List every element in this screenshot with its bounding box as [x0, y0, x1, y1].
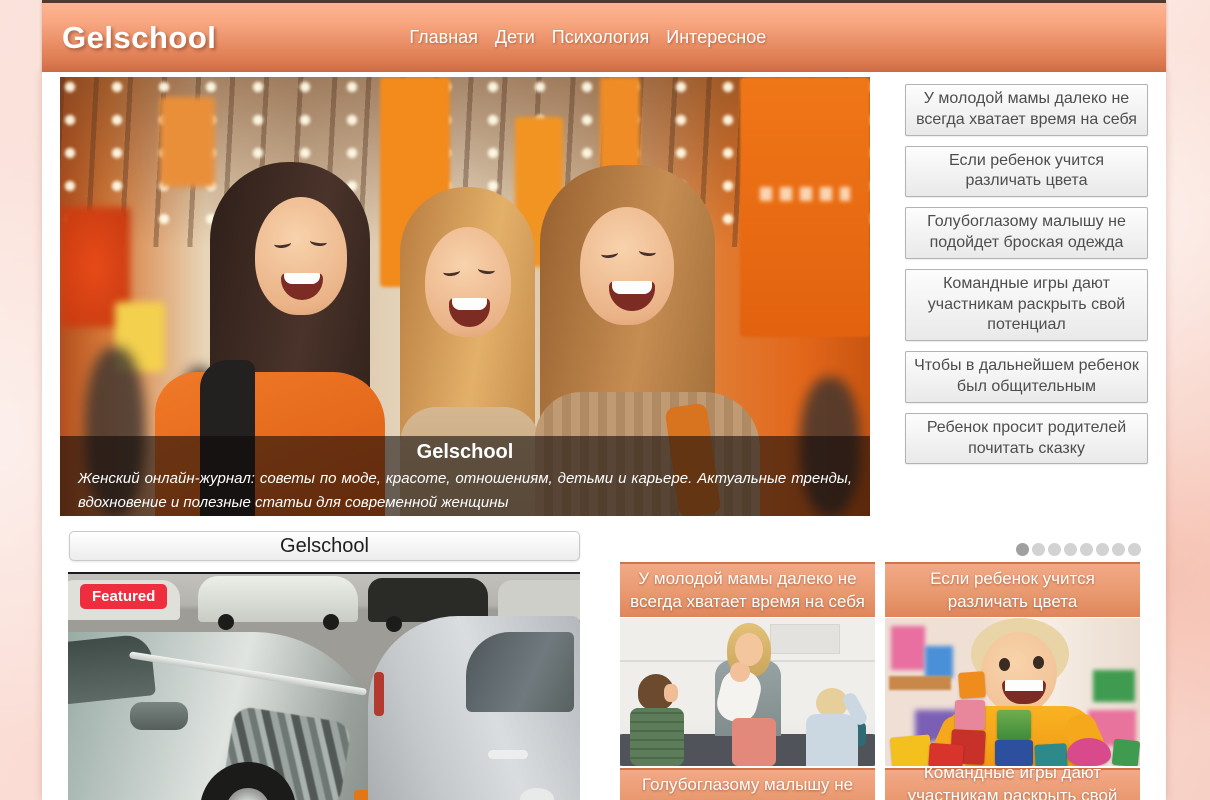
card-title: У молодой мамы далеко не всегда хватает …: [620, 562, 875, 617]
eye: [999, 658, 1010, 671]
page-container: Gelschool Главная Дети Психология Интере…: [42, 0, 1166, 800]
nav-item-interesting[interactable]: Интересное: [666, 27, 766, 48]
pagination-dot[interactable]: [1096, 543, 1109, 556]
mom-pants: [732, 718, 776, 766]
sidebar-item-blue-eyed[interactable]: Голубоглазому малышу не подойдет броская…: [905, 207, 1148, 259]
shelf-blur: [925, 646, 953, 678]
car-wheel: [323, 614, 339, 630]
orange-banner: [160, 97, 215, 187]
card-photo-mother-children: [620, 618, 875, 766]
shelf-blur: [889, 676, 951, 690]
content-panel: Gelschool Женский онлайн-журнал: советы …: [42, 72, 1166, 800]
pagination-dot[interactable]: [1112, 543, 1125, 556]
sidebar-article-list: У молодой мамы далеко не всегда хватает …: [905, 84, 1148, 464]
pagination-dot[interactable]: [1080, 543, 1093, 556]
side-mirror: [130, 702, 188, 730]
article-card-blue-eyed[interactable]: Голубоглазому малышу не подойдет броская…: [620, 768, 875, 800]
toy-block: [997, 710, 1031, 740]
sidebar-item-sociable[interactable]: Чтобы в дальнейшем ребенок был общительн…: [905, 351, 1148, 403]
tail-light: [374, 672, 384, 716]
car-window: [466, 632, 574, 712]
carousel-pagination: [1016, 543, 1141, 556]
door-handle: [488, 750, 528, 759]
sign-text-blur: [760, 187, 850, 201]
orange-wall-sign: [740, 77, 870, 337]
pagination-dot[interactable]: [1064, 543, 1077, 556]
section-title: Gelschool: [69, 531, 580, 561]
eye: [1033, 656, 1044, 669]
parked-car: [498, 580, 580, 620]
card-title: Если ребенок учится различать цвета: [885, 562, 1140, 617]
article-card-team-games[interactable]: Командные игры дают участникам раскрыть …: [885, 768, 1140, 800]
boy-face: [664, 684, 678, 702]
pagination-dot-active[interactable]: [1016, 543, 1029, 556]
hero-title: Gelschool: [78, 441, 852, 464]
article-card-colors[interactable]: Если ребенок учится различать цвета: [885, 562, 1140, 766]
toy-block: [958, 671, 986, 699]
site-logo[interactable]: Gelschool: [62, 20, 216, 56]
hero-slide[interactable]: Gelschool Женский онлайн-журнал: советы …: [60, 77, 870, 516]
toddler-shirt: [806, 714, 858, 766]
main-nav: Главная Дети Психология Интересное: [409, 27, 766, 48]
car-window: [68, 633, 156, 705]
nav-item-home[interactable]: Главная: [409, 27, 478, 48]
article-card-mama-time[interactable]: У молодой мамы далеко не всегда хватает …: [620, 562, 875, 766]
car-wheel: [218, 614, 234, 630]
pagination-dot[interactable]: [1048, 543, 1061, 556]
sidebar-item-team-games[interactable]: Командные игры дают участникам раскрыть …: [905, 269, 1148, 341]
car-wheel: [386, 616, 402, 632]
sidebar-item-fairytale[interactable]: Ребенок просит родителей почитать сказку: [905, 413, 1148, 465]
pagination-dot[interactable]: [1128, 543, 1141, 556]
card-photo-toddler-blocks: [885, 618, 1140, 766]
site-header: Gelschool Главная Дети Психология Интере…: [42, 0, 1166, 72]
nav-item-children[interactable]: Дети: [495, 27, 535, 48]
sidebar-item-mama-time[interactable]: У молодой мамы далеко не всегда хватает …: [905, 84, 1148, 136]
shelf-blur: [1093, 670, 1135, 702]
card-title: Командные игры дают участникам раскрыть …: [885, 768, 1140, 800]
baby-head: [730, 662, 750, 682]
wall-frame: [770, 624, 840, 654]
featured-badge: Featured: [80, 584, 167, 609]
toy-block: [955, 700, 985, 730]
sidebar-item-colors[interactable]: Если ребенок учится различать цвета: [905, 146, 1148, 198]
nav-item-psychology[interactable]: Психология: [552, 27, 650, 48]
shelf-blur: [891, 626, 925, 670]
featured-article[interactable]: Featured: [68, 572, 580, 800]
hero-caption: Gelschool Женский онлайн-журнал: советы …: [60, 436, 870, 516]
card-title: Голубоглазому малышу не подойдет броская…: [620, 768, 875, 800]
boy-plaid-shirt: [630, 708, 684, 766]
pagination-dot[interactable]: [1032, 543, 1045, 556]
hero-description: Женский онлайн-журнал: советы по моде, к…: [78, 467, 852, 515]
